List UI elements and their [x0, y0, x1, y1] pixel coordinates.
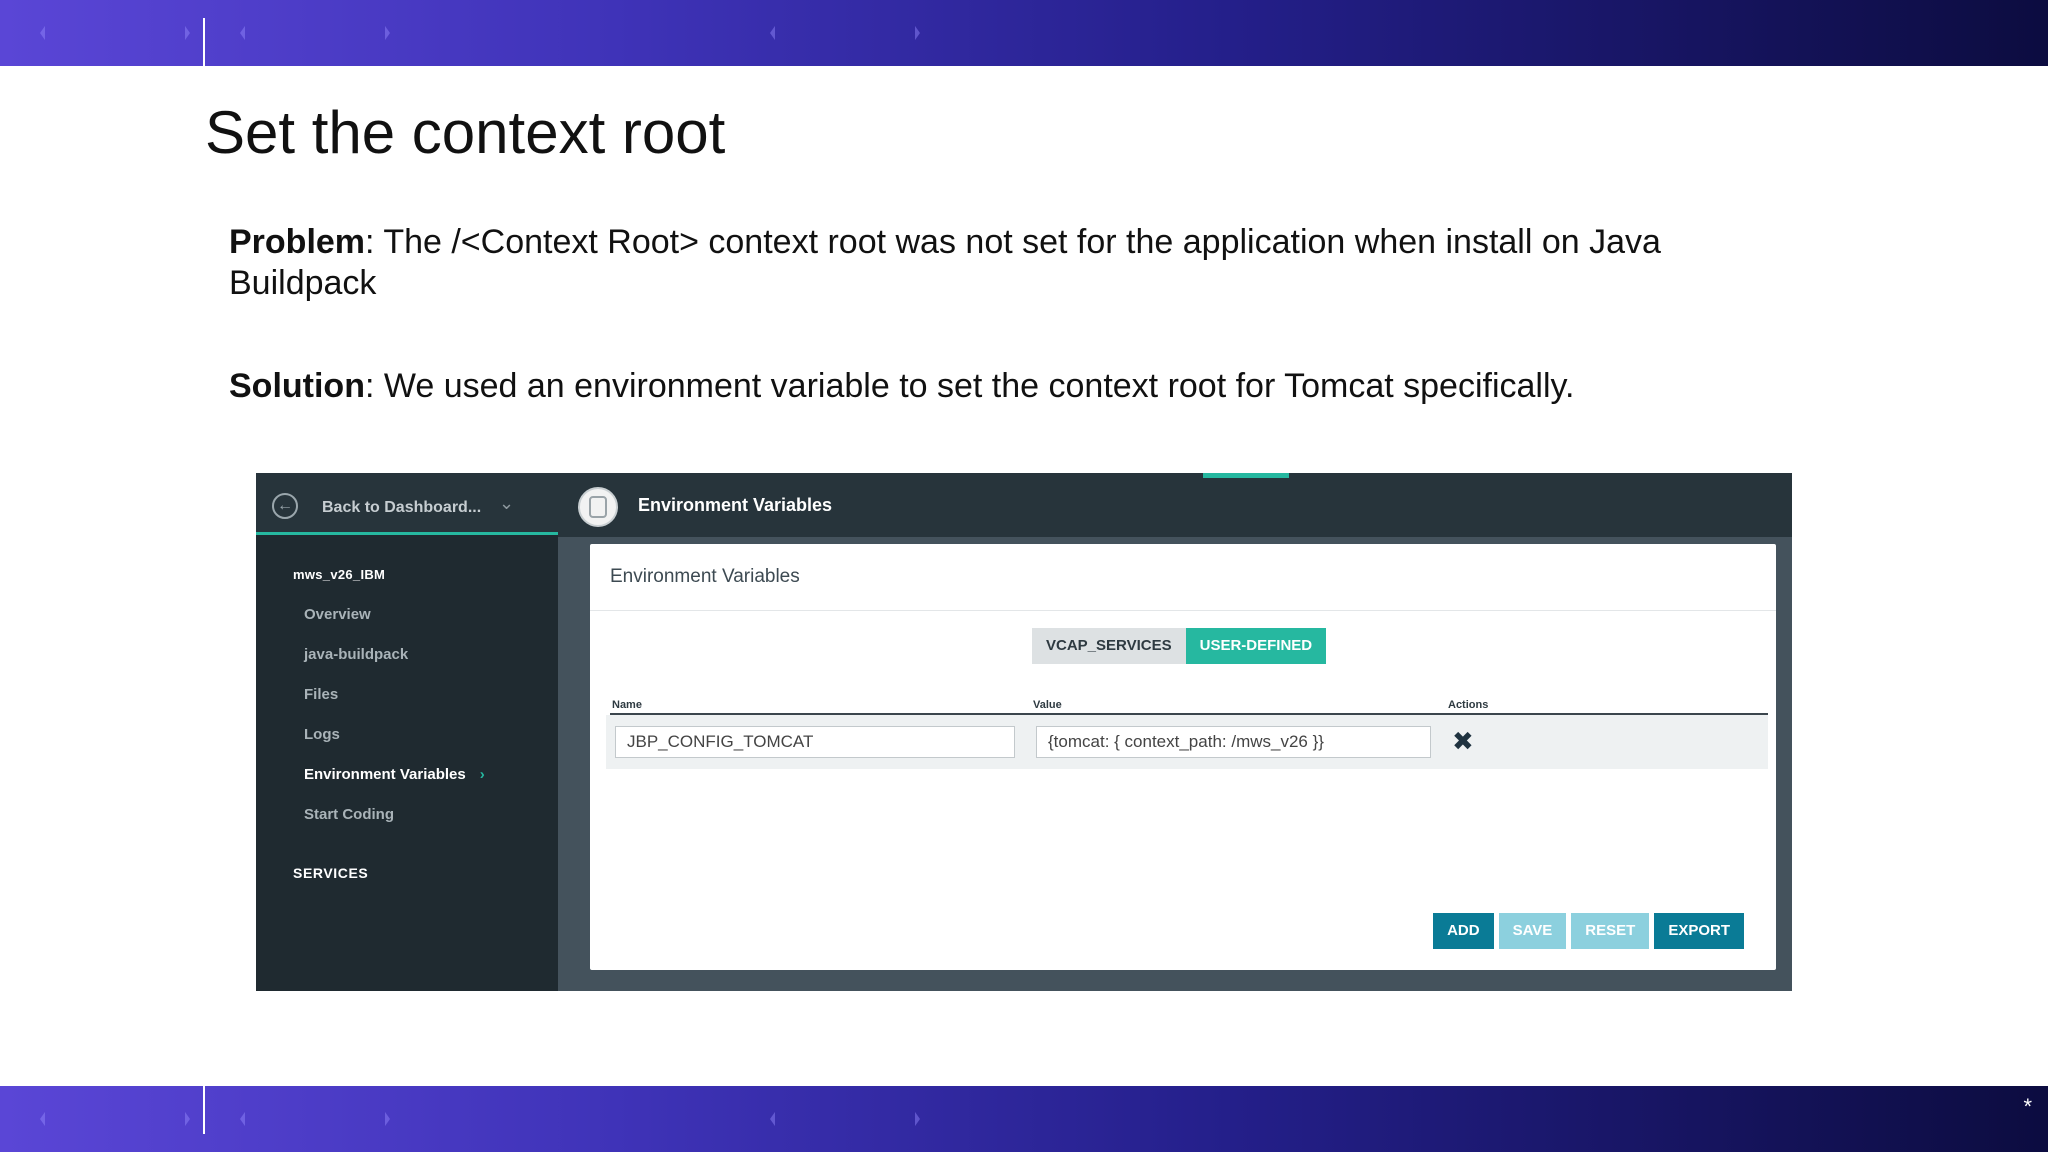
corner-mark: * [2023, 1094, 2032, 1119]
env-variables-screenshot: ← Back to Dashboard... ⌄ mws_v26_IBM Ove… [256, 473, 1792, 991]
slide-title: Set the context root [205, 99, 726, 166]
problem-text: : The /<Context Root> context root was n… [229, 223, 1661, 302]
tab-user-defined[interactable]: USER-DEFINED [1185, 628, 1327, 664]
sidebar-item-start-coding[interactable]: Start Coding [304, 806, 394, 823]
problem-paragraph: Problem: The /<Context Root> context roo… [229, 222, 1749, 304]
column-header-value: Value [1033, 699, 1062, 711]
hexagon-decoration [240, 0, 390, 66]
hexagon-decoration [770, 0, 920, 66]
solution-label: Solution [229, 367, 365, 405]
bottom-banner: * [0, 1086, 2048, 1152]
solution-text: : We used an environment variable to set… [364, 367, 1575, 405]
column-header-actions: Actions [1448, 699, 1489, 711]
arrow-left-circle-icon: ← [272, 493, 298, 519]
sidebar-item-java-buildpack[interactable]: java-buildpack [304, 646, 408, 663]
variable-value-input[interactable] [1036, 726, 1431, 758]
banner-divider-line [203, 1086, 205, 1134]
top-banner [0, 0, 2048, 66]
problem-label: Problem [229, 223, 366, 261]
back-to-dashboard-button[interactable]: ← Back to Dashboard... ⌄ [256, 473, 558, 535]
sidebar: ← Back to Dashboard... ⌄ mws_v26_IBM Ove… [256, 473, 558, 991]
services-section-heading: SERVICES [293, 865, 369, 881]
variable-tabs: VCAP_SERVICES USER-DEFINED [1032, 628, 1327, 664]
hexagon-decoration [770, 1086, 920, 1152]
solution-paragraph: Solution: We used an environment variabl… [229, 366, 1749, 407]
app-header: Environment Variables [558, 473, 1792, 537]
header-title: Environment Variables [638, 495, 833, 515]
sidebar-item-label: Environment Variables [304, 766, 466, 783]
sidebar-item-files[interactable]: Files [304, 686, 338, 703]
reset-button[interactable]: RESET [1571, 913, 1650, 949]
back-label: Back to Dashboard... [322, 499, 482, 516]
app-badge-icon [578, 487, 618, 527]
card-title: Environment Variables [610, 566, 800, 587]
card-actions: ADD SAVE RESET EXPORT [1433, 913, 1744, 949]
banner-divider-line [203, 18, 205, 66]
sidebar-item-overview[interactable]: Overview [304, 606, 371, 623]
close-x-icon[interactable]: ✖ [1452, 727, 1474, 755]
app-name: mws_v26_IBM [293, 567, 386, 582]
sidebar-item-logs[interactable]: Logs [304, 726, 340, 743]
table-row: ✖ [606, 715, 1768, 769]
hexagon-decoration [40, 1086, 190, 1152]
export-button[interactable]: EXPORT [1654, 913, 1744, 949]
save-button[interactable]: SAVE [1498, 913, 1567, 949]
chevron-down-icon[interactable]: ⌄ [499, 493, 514, 514]
env-variables-card: Environment Variables VCAP_SERVICES USER… [590, 544, 1776, 970]
tab-vcap-services[interactable]: VCAP_SERVICES [1032, 628, 1186, 664]
add-button[interactable]: ADD [1433, 913, 1494, 949]
chevron-right-icon: › [479, 766, 485, 783]
sidebar-item-environment-variables[interactable]: Environment Variables › [304, 766, 485, 783]
card-divider [590, 610, 1776, 611]
hexagon-decoration [40, 0, 190, 66]
header-accent-bar [1203, 473, 1289, 478]
column-header-name: Name [612, 699, 642, 711]
variable-name-input[interactable] [615, 726, 1015, 758]
hexagon-decoration [240, 1086, 390, 1152]
